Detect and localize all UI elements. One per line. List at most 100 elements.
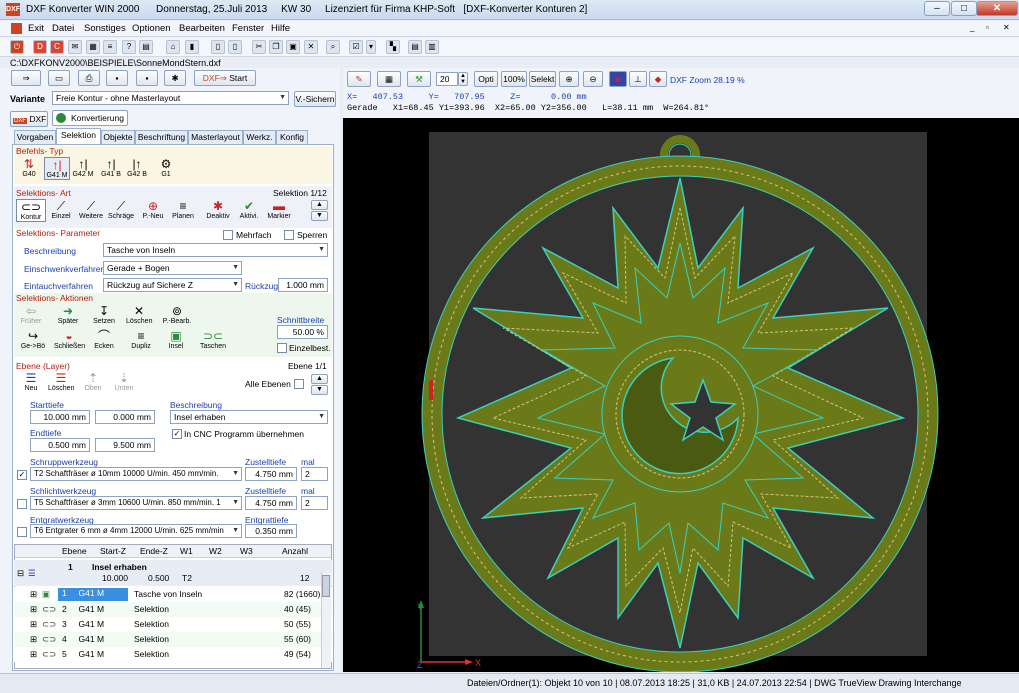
zoom-step-spinner[interactable]: ▲ ▼	[458, 72, 468, 86]
tab-selektion[interactable]: Selektion	[56, 128, 101, 144]
eintauch-select[interactable]: Rückzug auf Sichere Z	[103, 278, 242, 292]
page-left-icon[interactable]: ▯	[211, 40, 225, 54]
table-row[interactable]: ⊞ ⊂⊃ 2 G41 M Selektion 40 (45)	[14, 602, 332, 617]
frueher-button[interactable]: ⇦ Früher	[18, 304, 44, 325]
alle-ebenen-checkbox[interactable]	[294, 379, 304, 389]
expand-icon[interactable]: ⊞	[30, 634, 37, 645]
loeschen-button[interactable]: ✕ Löschen	[126, 304, 152, 325]
calculator-icon[interactable]: ▦	[86, 40, 100, 54]
tile-horizontal-icon[interactable]: ▤	[408, 40, 422, 54]
doc-tab-dxf[interactable]: DXF DXF	[10, 111, 48, 127]
mdi-close-button[interactable]: ✕	[1003, 23, 1010, 32]
einzel-button[interactable]: ⟋ Einzel	[48, 199, 74, 220]
help-icon[interactable]: ?	[122, 40, 136, 54]
g42b-button[interactable]: |↑ G42 B	[124, 157, 150, 178]
checklist-icon[interactable]: ☑	[349, 40, 363, 54]
th-ebene[interactable]: Ebene	[62, 546, 87, 556]
zoom-out-button[interactable]: ⊖	[583, 71, 603, 87]
expand-icon[interactable]: ⊞	[30, 604, 37, 615]
table-group-row[interactable]: ⊟ ☰ 1 Insel erhaben 10.000 0.500 T2 12	[14, 560, 332, 586]
entgrat-checkbox[interactable]	[17, 527, 27, 537]
planen-button[interactable]: ≡ Planen	[170, 199, 196, 220]
setzen-button[interactable]: ↧ Setzen	[91, 304, 117, 325]
ebene-unten-button[interactable]: ⇣ Unten	[111, 371, 137, 392]
floppy-button[interactable]: ▪	[136, 70, 158, 86]
selart-down-button[interactable]: ▼	[311, 211, 328, 221]
tab-konfig[interactable]: Konfig	[276, 130, 308, 144]
rueckzug-input[interactable]: 1.000 mm	[278, 278, 328, 292]
th-w1[interactable]: W1	[180, 546, 193, 556]
schrupp-checkbox[interactable]: ✓	[17, 470, 27, 480]
zustelltiefe-input-2[interactable]: 4.750 mm	[245, 496, 297, 510]
menu-sonstiges[interactable]: Sonstiges	[84, 23, 126, 34]
schraege-button[interactable]: ⟋ Schräge	[108, 199, 134, 220]
ebene-up-button[interactable]: ▲	[311, 374, 328, 384]
g1-button[interactable]: ⚙ G1	[153, 157, 179, 178]
cnc-icon[interactable]: C	[50, 40, 64, 54]
table-row[interactable]: ⊞ ⊂⊃ 5 G41 M Selektion 49 (54)	[14, 647, 332, 662]
list-icon[interactable]: ≡	[103, 40, 117, 54]
v-sichern-button[interactable]: V.-Sichern	[294, 91, 336, 107]
page-right-icon[interactable]: ▯	[228, 40, 242, 54]
einzelbest-checkbox[interactable]	[277, 343, 287, 353]
g42m-button[interactable]: ↑| G42 M	[70, 157, 96, 178]
expand-icon[interactable]: ⊞	[30, 589, 37, 600]
run-button[interactable]: ⇒	[11, 70, 41, 86]
color-button[interactable]: ■	[609, 71, 627, 87]
start-button[interactable]: DXF⇒ Start	[194, 70, 256, 86]
starttiefe-input-2[interactable]: 0.000 mm	[95, 410, 155, 424]
menu-datei[interactable]: Datei	[52, 23, 74, 34]
tab-vorgaben[interactable]: Vorgaben	[14, 130, 56, 144]
paste-icon[interactable]: ▣	[286, 40, 300, 54]
entgrattiefe-input[interactable]: 0.350 mm	[245, 524, 297, 538]
menu-fenster[interactable]: Fenster	[232, 23, 264, 34]
ebene-down-button[interactable]: ▼	[311, 385, 328, 395]
g41m-button[interactable]: ↑| G41 M	[44, 157, 70, 180]
minimize-button[interactable]: –	[924, 1, 950, 16]
mal-input-1[interactable]: 2	[301, 467, 328, 481]
windows-icon[interactable]: ▚	[386, 40, 400, 54]
selekt-button[interactable]: Selekt	[529, 71, 556, 87]
ebene-loeschen-button[interactable]: ☰ Löschen	[48, 371, 74, 392]
menu-optionen[interactable]: Optionen	[132, 23, 171, 34]
ge-boe-button[interactable]: ↪ Ge->Bö	[18, 329, 48, 350]
endtiefe-input-1[interactable]: 0.500 mm	[30, 438, 90, 452]
deaktiv-button[interactable]: ✱ Deaktiv	[205, 199, 231, 220]
menu-bearbeiten[interactable]: Bearbeiten	[179, 23, 225, 34]
schlicht-checkbox[interactable]	[17, 499, 27, 509]
th-ende-z[interactable]: Ende-Z	[140, 546, 168, 556]
table-row[interactable]: ⊞ ⊂⊃ 4 G41 M Selektion 55 (60)	[14, 632, 332, 647]
schlicht-select[interactable]: T5 Schaftfräser ø 3mm 10600 U/min. 850 m…	[30, 496, 242, 510]
aktivi-button[interactable]: ✔ Aktivi.	[236, 199, 262, 220]
expand-icon[interactable]: ⊞	[30, 649, 37, 660]
collapse-icon[interactable]: ⊟	[17, 568, 24, 579]
settings-button[interactable]: ✱	[164, 70, 186, 86]
dropdown-icon[interactable]: ▾	[366, 40, 376, 54]
entgrat-select[interactable]: T6 Entgrater 6 mm ø 4mm 12000 U/min. 625…	[30, 524, 242, 538]
p-neu-button[interactable]: ⊕ P.-Neu	[140, 199, 166, 220]
book-icon[interactable]: ▮	[185, 40, 199, 54]
schnittbreite-input[interactable]: 50.00 %	[277, 325, 328, 339]
ecken-button[interactable]: ⌒ Ecken	[91, 329, 117, 350]
doc-tab-konvertierung[interactable]: Konvertierung	[52, 110, 128, 126]
tool-button[interactable]: ⚒	[407, 71, 431, 87]
print-button[interactable]: ⎙	[78, 70, 100, 86]
dupliz-button[interactable]: ≡ Dupliz	[128, 329, 154, 350]
schrupp-select[interactable]: T2 Schaftfräser ø 10mm 10000 U/min. 450 …	[30, 467, 242, 481]
th-w3[interactable]: W3	[240, 546, 253, 556]
menu-hilfe[interactable]: Hilfe	[271, 23, 290, 34]
tab-masterlayout[interactable]: Masterlayout	[188, 130, 243, 144]
th-w2[interactable]: W2	[209, 546, 222, 556]
cut-icon[interactable]: ✂	[252, 40, 266, 54]
zoom-in-button[interactable]: ⊕	[559, 71, 579, 87]
spaeter-button[interactable]: ➜ Später	[55, 304, 81, 325]
tile-vertical-icon[interactable]: ▥	[425, 40, 439, 54]
delete-icon[interactable]: ✕	[304, 40, 318, 54]
copy-icon[interactable]: ❐	[269, 40, 283, 54]
th-start-z[interactable]: Start-Z	[100, 546, 126, 556]
document-icon[interactable]: ▤	[139, 40, 153, 54]
mdi-minimize-button[interactable]: _	[970, 23, 974, 32]
opti-button[interactable]: Opti	[474, 71, 498, 87]
cnc-checkbox[interactable]: ✓	[172, 429, 182, 439]
drawing-svg[interactable]: Y X Z	[343, 118, 1019, 673]
